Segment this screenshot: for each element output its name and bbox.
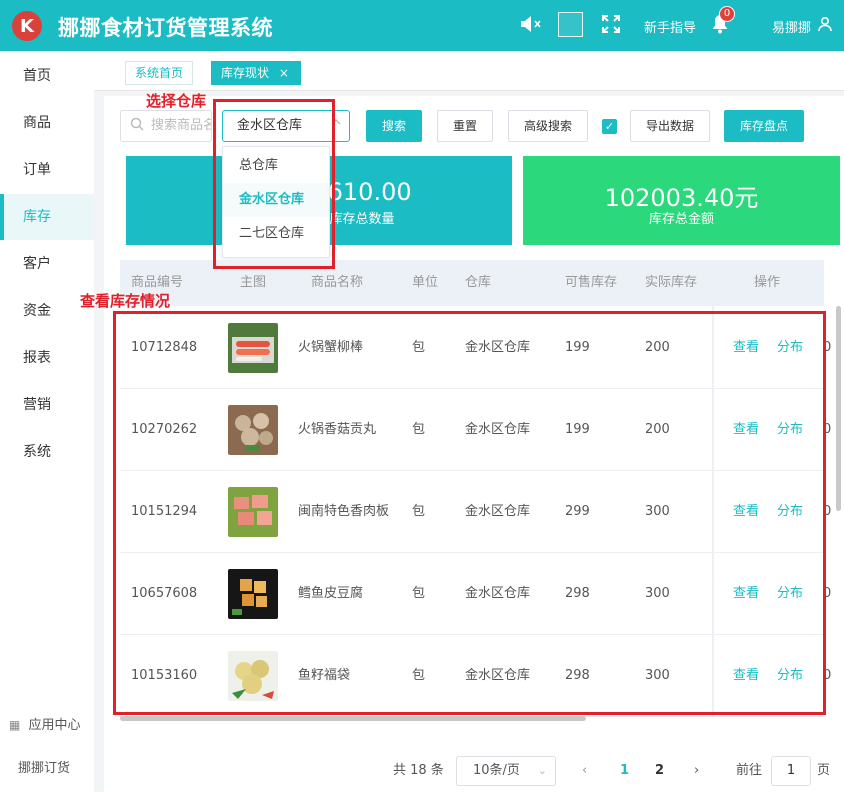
page-button[interactable]: 2 [655, 758, 664, 784]
goto-suffix: 页 [817, 763, 831, 778]
column-header: 操作 [754, 275, 781, 290]
page-button-current[interactable]: 1 [620, 758, 629, 784]
pagination-total: 共 18 条 [393, 763, 444, 778]
annotation-box-table [113, 311, 826, 715]
export-button[interactable]: 导出数据 [630, 110, 710, 142]
sidebar-item-customers[interactable]: 客户 [0, 241, 94, 287]
sidebar-item-inventory[interactable]: 库存 [0, 194, 94, 240]
search-button[interactable]: 搜索 [366, 110, 422, 142]
annotation-box-dropdown [213, 99, 335, 269]
column-header: 实际库存 [645, 275, 698, 290]
goto-page-input[interactable]: 1 [771, 756, 811, 786]
reset-button[interactable]: 重置 [437, 110, 493, 142]
sidebar-item-reports[interactable]: 报表 [0, 335, 94, 381]
tab-home[interactable]: 系统首页 [125, 61, 194, 85]
prev-page-button[interactable]: ‹ [582, 758, 587, 784]
stat-amount-label: 库存总金额 [648, 212, 714, 227]
guide-link[interactable]: 新手指导 [644, 17, 696, 36]
tab-inventory-status[interactable]: 库存现状 × [211, 61, 301, 85]
app-title: 挪挪食材订货管理系统 [58, 16, 273, 40]
sidebar-item-home[interactable]: 首页 [0, 53, 94, 99]
annotation-view-inventory: 查看库存情况 [80, 292, 171, 310]
filter-checkbox[interactable]: ✓ [602, 119, 617, 134]
stat-card-amount: 102003.40元 库存总金额 [523, 156, 840, 245]
advanced-search-button[interactable]: 高级搜索 [508, 110, 588, 142]
horizontal-scrollbar[interactable] [120, 716, 586, 721]
top-header: K 挪挪食材订货管理系统 新手指导 0 易挪挪 [0, 0, 844, 51]
tab-inventory-label: 库存现状 [221, 66, 270, 80]
search-icon [130, 117, 144, 135]
user-name[interactable]: 易挪挪 [772, 17, 811, 36]
sidebar-item-orders[interactable]: 订单 [0, 147, 94, 193]
sidebar-item-marketing[interactable]: 营销 [0, 382, 94, 428]
user-icon[interactable] [818, 16, 832, 38]
tabs-bar: 系统首页 库存现状 × [94, 51, 844, 91]
annotation-select-warehouse: 选择仓库 [146, 92, 207, 110]
inventory-check-button[interactable]: 库存盘点 [724, 110, 804, 142]
vertical-scrollbar[interactable] [836, 306, 841, 511]
notification-badge: 0 [719, 6, 735, 22]
sidebar: 首页 商品 订单 库存 客户 资金 报表 营销 系统 ▦ 应用中心 挪挪订货 [0, 51, 94, 792]
page-size-select[interactable]: 10条/页 ⌄ [456, 756, 556, 786]
close-icon[interactable]: × [279, 66, 289, 80]
page-size-label: 10条/页 [473, 763, 520, 778]
chevron-down-icon: ⌄ [537, 764, 547, 777]
grid-icon: ▦ [9, 718, 21, 732]
app-center-link[interactable]: ▦ 应用中心 [9, 714, 81, 733]
app-center-label: 应用中心 [28, 718, 81, 733]
fullscreen-icon[interactable] [601, 14, 621, 40]
sidebar-item-products[interactable]: 商品 [0, 100, 94, 146]
column-header: 仓库 [465, 275, 492, 290]
sidebar-item-system[interactable]: 系统 [0, 429, 94, 475]
column-header: 可售库存 [565, 275, 618, 290]
goto-label: 前往 [736, 763, 763, 778]
mute-icon[interactable] [519, 14, 543, 40]
next-page-button[interactable]: › [694, 758, 699, 784]
theme-toggle-button[interactable] [558, 12, 583, 37]
column-header: 单位 [412, 275, 439, 290]
app-logo: K [12, 11, 42, 41]
brand-footer: 挪挪订货 [18, 761, 71, 776]
